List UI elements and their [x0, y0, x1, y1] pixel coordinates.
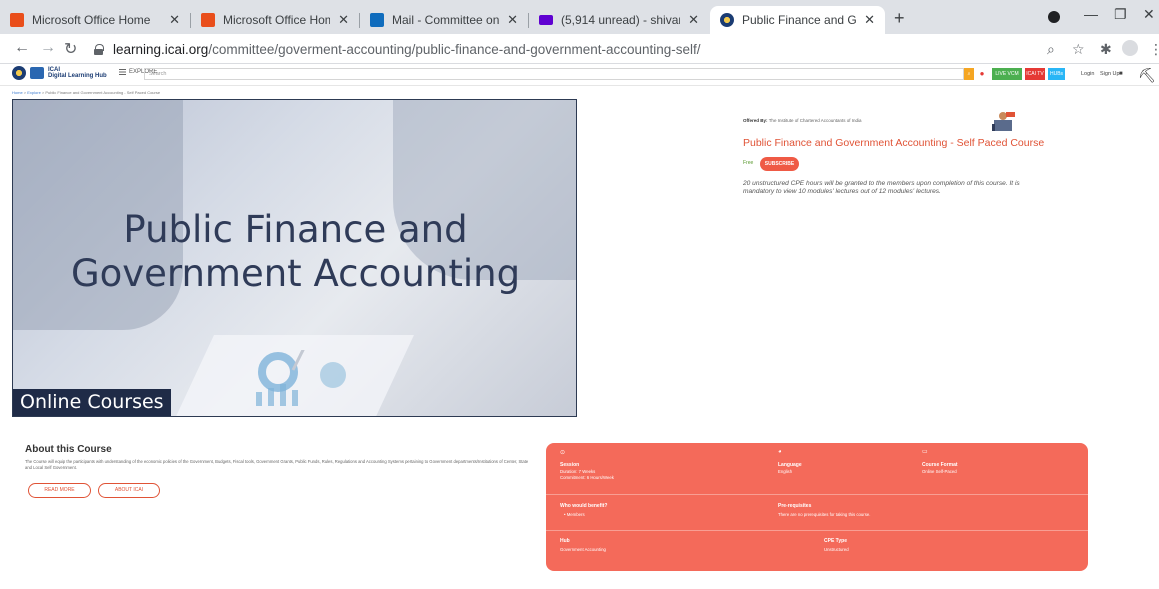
about-title: About this Course — [25, 444, 112, 455]
browser-tab[interactable]: Mail - Committee on Public & G ✕ — [360, 6, 528, 34]
monitor-icon: ▭ — [922, 449, 928, 455]
live-vcm-button[interactable]: LIVE VCM — [992, 68, 1022, 80]
cart-icon[interactable]: ⛏ — [1138, 67, 1156, 84]
hub-label: Hub — [560, 538, 570, 544]
language-value: English — [778, 469, 793, 474]
back-icon[interactable]: ← — [14, 39, 30, 57]
browser-tab-strip: Microsoft Office Home ✕ Microsoft Office… — [0, 0, 1159, 34]
browser-toolbar: ← → ↻ learning.icai.org/committee/goverm… — [0, 34, 1159, 64]
avatar[interactable] — [1122, 40, 1138, 56]
hero-title: Public Finance and Government Accounting — [70, 208, 521, 295]
grid-icon — [119, 69, 126, 75]
divider — [546, 530, 1088, 531]
clock-icon: ⊙ — [560, 450, 566, 456]
extensions-icon[interactable]: ✱ — [1100, 41, 1112, 58]
session-label: Session — [560, 462, 580, 468]
benefit-label: Who would benefit? — [560, 503, 608, 509]
course-info-card: ⊙ Session Duration: 7 Weeks Commitment: … — [546, 443, 1088, 571]
bookmark-star-icon[interactable]: ☆ — [1072, 41, 1085, 58]
breadcrumb-explore[interactable]: Explore — [27, 90, 41, 95]
login-link[interactable]: Login — [1081, 71, 1094, 77]
online-courses-badge: Online Courses — [13, 389, 171, 416]
site-header: ICAI Digital Learning Hub EXPLORE Search… — [0, 64, 1159, 86]
address-bar[interactable]: learning.icai.org/committee/goverment-ac… — [88, 37, 1088, 61]
subscribe-button[interactable]: SUBSCRIBE — [760, 157, 799, 171]
browser-tab[interactable]: Microsoft Office Home ✕ — [0, 6, 190, 34]
prereq-label: Pre-requisites — [778, 503, 812, 509]
divider — [546, 494, 1088, 495]
search-input[interactable]: Search — [144, 68, 964, 80]
browser-tab[interactable]: (5,914 unread) - shivani8429@ya ✕ — [529, 6, 709, 34]
yahoo-mail-icon — [539, 15, 553, 25]
logo-line2: Digital Learning Hub — [48, 73, 107, 79]
menu-icon[interactable]: ⋮ — [1149, 41, 1159, 58]
close-icon[interactable]: ✕ — [864, 12, 875, 28]
close-window-icon[interactable]: ✕ — [1143, 6, 1155, 23]
breadcrumb: Home > Explore > Public Finance and Gove… — [12, 90, 161, 95]
signup-link[interactable]: Sign Up — [1100, 71, 1120, 77]
user-icon[interactable]: ■ — [1119, 71, 1123, 77]
course-hero-image: Public Finance and Government Accounting… — [12, 99, 577, 417]
hero-chart-graphic — [256, 350, 346, 406]
hub-logo-icon — [30, 67, 44, 79]
prereq-value: There are no prerequisites for taking th… — [778, 512, 871, 517]
course-price: Free — [743, 160, 754, 166]
forward-icon[interactable]: → — [40, 39, 56, 57]
about-icai-button[interactable]: ABOUT ICAI — [98, 483, 160, 498]
browser-tab-active[interactable]: Public Finance and Government ✕ — [710, 6, 885, 34]
breadcrumb-home[interactable]: Home — [12, 90, 23, 95]
browser-tab[interactable]: Microsoft Office Home ✕ — [191, 6, 359, 34]
read-more-button[interactable]: READ MORE — [28, 483, 91, 498]
cpe-type-label: CPE Type — [824, 538, 847, 544]
cpe-type-value: Unstructured — [824, 547, 849, 552]
hubs-button[interactable]: HUBs — [1048, 68, 1065, 80]
notification-icon[interactable]: ● — [978, 68, 986, 80]
office-icon — [201, 13, 215, 27]
cpe-note: 20 unstructured CPE hours will be grante… — [743, 180, 1020, 195]
format-label: Course Format — [922, 462, 958, 468]
about-description: The Course will equip the participants w… — [25, 459, 529, 470]
breadcrumb-current: Public Finance and Government Accounting… — [45, 90, 161, 95]
site-logo[interactable]: ICAI Digital Learning Hub — [12, 66, 107, 80]
icai-emblem-icon — [12, 66, 26, 80]
minimize-icon[interactable]: — — [1084, 6, 1098, 22]
zoom-icon[interactable]: ⌕ — [1047, 41, 1055, 58]
benefit-value: • Members — [564, 512, 585, 517]
reload-icon[interactable]: ↻ — [64, 39, 77, 59]
session-commitment: Commitment: 6 Hours/Week — [560, 475, 614, 480]
new-tab-icon[interactable]: + — [894, 8, 905, 29]
browser-profile-icon[interactable] — [1048, 11, 1060, 23]
restore-icon[interactable]: ❐ — [1114, 6, 1127, 23]
logo-line1: ICAI — [48, 66, 60, 73]
icai-tv-button[interactable]: ICAI TV — [1025, 68, 1045, 80]
close-icon[interactable]: ✕ — [338, 12, 349, 28]
icai-icon — [720, 13, 734, 27]
lock-icon — [94, 43, 104, 55]
language-label: Language — [778, 462, 802, 468]
format-value: Online Self-Paced — [922, 469, 957, 474]
outlook-icon — [370, 13, 384, 27]
offered-by: Offered By: The Institute of Chartered A… — [743, 118, 862, 123]
org-logo-icon — [992, 112, 1015, 131]
close-icon[interactable]: ✕ — [688, 12, 699, 28]
hub-value: Government Accounting — [560, 547, 606, 552]
search-icon[interactable]: ⌕ — [964, 68, 974, 80]
course-title: Public Finance and Government Accounting… — [743, 137, 1045, 149]
close-icon[interactable]: ✕ — [169, 12, 180, 28]
globe-icon: ◕ — [778, 449, 782, 455]
office-icon — [10, 13, 24, 27]
close-icon[interactable]: ✕ — [507, 12, 518, 28]
session-duration: Duration: 7 Weeks — [560, 469, 596, 474]
